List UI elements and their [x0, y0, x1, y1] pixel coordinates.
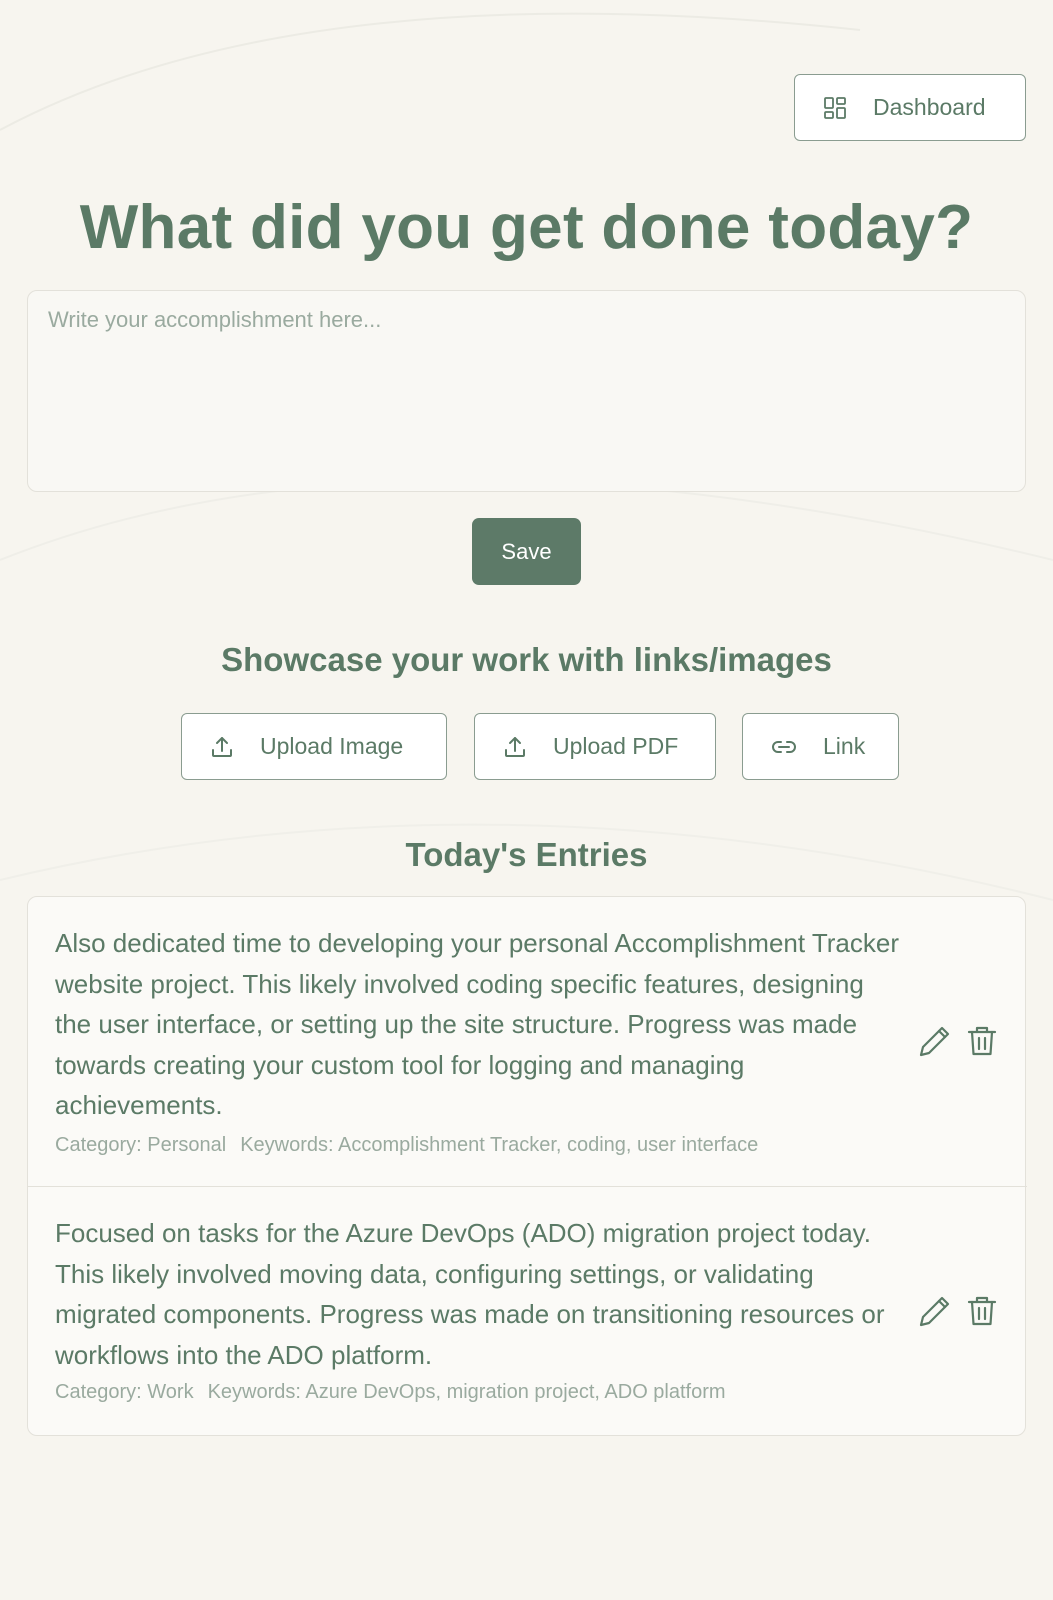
dashboard-button[interactable]: Dashboard — [794, 74, 1026, 141]
list-item: Focused on tasks for the Azure DevOps (A… — [28, 1187, 1027, 1437]
dashboard-label: Dashboard — [873, 94, 986, 120]
entry-meta: Category: Work Keywords: Azure DevOps, mi… — [55, 1381, 726, 1404]
edit-icon[interactable] — [917, 1293, 953, 1329]
page: Dashboard What did you get done today? S… — [0, 0, 1053, 1600]
trash-icon[interactable] — [964, 1293, 1000, 1329]
upload-pdf-label: Upload PDF — [553, 733, 679, 759]
entry-category: Category: Personal — [55, 1134, 227, 1156]
list-item: Also dedicated time to developing your p… — [28, 897, 1027, 1187]
edit-icon[interactable] — [917, 1023, 953, 1059]
entry-keywords: Keywords: Accomplishment Tracker, coding… — [240, 1134, 759, 1156]
link-icon — [772, 740, 796, 753]
entries-list: Also dedicated time to developing your p… — [27, 896, 1027, 1437]
link-label: Link — [823, 733, 866, 759]
entries-title: Today's Entries — [405, 836, 648, 873]
entry-meta: Category: Personal Keywords: Accomplishme… — [55, 1134, 758, 1157]
link-button[interactable]: Link — [742, 713, 899, 780]
showcase-title: Showcase your work with links/images — [221, 641, 832, 678]
dashboard-grid-icon — [824, 96, 846, 119]
upload-image-button[interactable]: Upload Image — [181, 713, 447, 780]
upload-image-label: Upload Image — [260, 733, 404, 759]
trash-icon[interactable] — [964, 1023, 1000, 1059]
entry-category: Category: Work — [55, 1381, 194, 1403]
upload-pdf-button[interactable]: Upload PDF — [474, 713, 716, 780]
page-title: What did you get done today? — [79, 193, 974, 262]
upload-icon — [505, 736, 525, 757]
entry-text: Also dedicated time to developing your p… — [55, 928, 899, 1120]
accomplishment-input[interactable] — [27, 290, 1026, 492]
entry-text: Focused on tasks for the Azure DevOps (A… — [55, 1218, 885, 1370]
save-button[interactable]: Save — [472, 518, 581, 585]
entry-keywords: Keywords: Azure DevOps, migration projec… — [207, 1381, 726, 1403]
upload-icon — [212, 736, 232, 757]
